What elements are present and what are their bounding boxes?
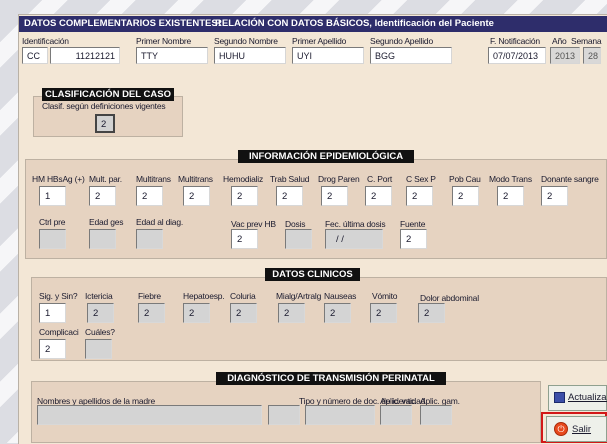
- epi-field-12[interactable]: 2: [541, 186, 568, 206]
- epi-field-11[interactable]: 2: [497, 186, 524, 206]
- clin-label-9: Dolor abdominal: [420, 293, 479, 303]
- epi-label-2: Mult. par.: [89, 174, 122, 184]
- tipo-doc-field[interactable]: CC: [22, 47, 48, 64]
- clin-field-4[interactable]: 2: [183, 303, 210, 323]
- clin-label-6: Mialg/Artralg: [276, 291, 322, 301]
- anio-label: Año: [552, 36, 567, 46]
- epi-field-5[interactable]: 2: [231, 186, 258, 206]
- segundo-apellido-label: Segundo Apellido: [370, 36, 433, 46]
- clasificacion-label: Clasif. según definiciones vigentes: [42, 101, 166, 111]
- save-icon: [554, 392, 565, 403]
- dosis-field[interactable]: [285, 229, 312, 249]
- aplic-gam-field[interactable]: [420, 405, 452, 425]
- epi-field-3[interactable]: 2: [136, 186, 163, 206]
- epi-label-5: Hemodializ: [223, 174, 264, 184]
- header-right-text: RELACIÓN CON DATOS BÁSICOS, Identificaci…: [215, 18, 494, 29]
- aplic-vac-field[interactable]: [380, 405, 412, 425]
- epi-label-10: Pob Cau: [449, 174, 481, 184]
- vac-prev-field[interactable]: 2: [231, 229, 258, 249]
- header-bar: DATOS COMPLEMENTARIOS EXISTENTES! RELACI…: [19, 16, 607, 32]
- clin-label-3: Fiebre: [138, 291, 161, 301]
- clin-label-2: Ictericia: [85, 291, 113, 301]
- epi-field-7[interactable]: 2: [321, 186, 348, 206]
- primer-apellido-label: Primer Apellido: [292, 36, 347, 46]
- epi-field-2[interactable]: 2: [89, 186, 116, 206]
- clin-label-5: Coluria: [230, 291, 256, 301]
- actualizar-label: Actualizar: [568, 392, 607, 403]
- primer-apellido-field[interactable]: UYI: [292, 47, 364, 64]
- cuales-field[interactable]: [85, 339, 112, 359]
- clin-field-1[interactable]: 1: [39, 303, 66, 323]
- clin-field-9[interactable]: 2: [418, 303, 445, 323]
- clin-label-1: Sig. y Sin?: [39, 291, 78, 301]
- cuales-label: Cuáles?: [85, 327, 115, 337]
- vac-prev-label: Vac prev HB: [231, 219, 276, 229]
- actualizar-button[interactable]: Actualizar: [548, 385, 607, 411]
- clin-label-4: Hepatoesp.: [183, 291, 225, 301]
- segundo-nombre-label: Segundo Nombre: [214, 36, 278, 46]
- clasificacion-title: CLASIFICACIÓN DEL CASO: [42, 88, 174, 101]
- epi-label-12: Donante sangre: [541, 174, 599, 184]
- epi-label-7: Drog Paren: [318, 174, 360, 184]
- complicaci-field[interactable]: 2: [39, 339, 66, 359]
- epi-label-4: Multitrans: [178, 174, 213, 184]
- ctrl-pre-field[interactable]: [39, 229, 66, 249]
- clin-field-3[interactable]: 2: [138, 303, 165, 323]
- epi-field-1[interactable]: 1: [39, 186, 66, 206]
- fec-dosis-label: Fec. última dosis: [325, 219, 386, 229]
- fec-dosis-field[interactable]: / /: [325, 229, 383, 249]
- clasificacion-field[interactable]: 2: [95, 114, 115, 133]
- clin-field-2[interactable]: 2: [87, 303, 114, 323]
- complicaci-label: Complicaci: [39, 327, 79, 337]
- epi-field-8[interactable]: 2: [365, 186, 392, 206]
- clinicos-title: DATOS CLINICOS: [265, 268, 360, 281]
- clin-field-6[interactable]: 2: [278, 303, 305, 323]
- primer-nombre-label: Primer Nombre: [136, 36, 192, 46]
- num-doc-madre-field[interactable]: [305, 405, 375, 425]
- edad-ges-label: Edad ges: [89, 217, 124, 227]
- fecha-notificacion-field[interactable]: 07/07/2013: [488, 47, 546, 64]
- identificacion-label: Identificación: [22, 36, 69, 46]
- clin-label-8: Vómito: [372, 291, 398, 301]
- epi-label-11: Modo Trans: [489, 174, 532, 184]
- edad-diag-field[interactable]: [136, 229, 163, 249]
- tipo-doc-madre-field[interactable]: [268, 405, 300, 425]
- epi-field-4[interactable]: 2: [183, 186, 210, 206]
- salir-button[interactable]: ⏻ Salir: [546, 416, 607, 442]
- epi-label-8: C. Port: [367, 174, 393, 184]
- power-icon: ⏻: [554, 422, 568, 436]
- epi-field-9[interactable]: 2: [406, 186, 433, 206]
- epi-label-6: Trab Salud: [270, 174, 310, 184]
- madre-field[interactable]: [37, 405, 262, 425]
- epi-label-3: Multitrans: [136, 174, 171, 184]
- segundo-apellido-field[interactable]: BGG: [370, 47, 452, 64]
- epi-field-10[interactable]: 2: [452, 186, 479, 206]
- header-left-text: DATOS COMPLEMENTARIOS EXISTENTES!: [24, 18, 221, 29]
- clin-label-7: Nauseas: [324, 291, 357, 301]
- segundo-nombre-field[interactable]: HUHU: [214, 47, 286, 64]
- fecha-notificacion-label: F. Notificación: [490, 36, 540, 46]
- epidemiologica-title: INFORMACIÓN EPIDEMIOLÓGICA: [238, 150, 414, 163]
- epi-label-9: C Sex P: [406, 174, 436, 184]
- epi-label-1: HM HBsAg (+): [32, 174, 85, 184]
- clin-field-8[interactable]: 2: [370, 303, 397, 323]
- edad-diag-label: Edad al diag.: [136, 217, 184, 227]
- edad-ges-field[interactable]: [89, 229, 116, 249]
- clinicos-section: [31, 277, 607, 361]
- primer-nombre-field[interactable]: TTY: [136, 47, 208, 64]
- perinatal-title: DIAGNÓSTICO DE TRANSMISIÓN PERINATAL: [216, 372, 446, 385]
- dosis-label: Dosis: [285, 219, 306, 229]
- clin-field-5[interactable]: 2: [230, 303, 257, 323]
- clin-field-7[interactable]: 2: [324, 303, 351, 323]
- fuente-label: Fuente: [400, 219, 426, 229]
- epi-field-6[interactable]: 2: [276, 186, 303, 206]
- semana-label: Semana: [571, 36, 602, 46]
- fuente-field[interactable]: 2: [400, 229, 427, 249]
- salir-label: Salir: [572, 424, 592, 435]
- num-doc-field[interactable]: 11212121: [50, 47, 120, 64]
- ctrl-pre-label: Ctrl pre: [39, 217, 66, 227]
- semana-field[interactable]: 28: [583, 47, 601, 64]
- anio-field[interactable]: 2013: [550, 47, 580, 64]
